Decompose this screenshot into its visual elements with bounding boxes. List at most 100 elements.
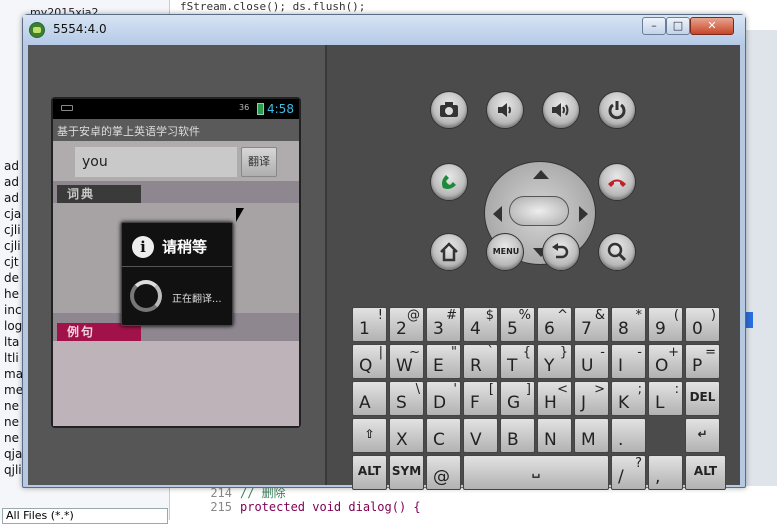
- maximize-button[interactable]: □: [666, 17, 690, 35]
- key-W[interactable]: W ~: [389, 344, 424, 379]
- key-X[interactable]: X: [389, 418, 424, 453]
- menu-button[interactable]: MENU: [486, 233, 524, 271]
- call-button[interactable]: [430, 163, 468, 201]
- line-number: 215: [210, 500, 232, 514]
- key-label: B: [507, 430, 519, 450]
- key-R[interactable]: R `: [463, 344, 498, 379]
- status-bar: 36 4:58: [53, 99, 299, 119]
- back-button[interactable]: [542, 233, 580, 271]
- key-label: N: [544, 430, 557, 450]
- key-C[interactable]: C: [426, 418, 461, 453]
- dpad-left-icon[interactable]: [493, 206, 502, 222]
- key-alt-label: ): [710, 308, 716, 323]
- key-G[interactable]: G]: [500, 381, 535, 416]
- code-comment: // 删除: [240, 486, 286, 500]
- key-del[interactable]: DEL: [685, 381, 720, 416]
- keyboard-notification-icon: [61, 105, 73, 111]
- key-alt-label: #: [446, 308, 457, 323]
- key-N[interactable]: N: [537, 418, 572, 453]
- key-T[interactable]: T{: [500, 344, 535, 379]
- key-label: 9: [655, 319, 666, 339]
- key-6[interactable]: 6 ^: [537, 307, 572, 342]
- key-Q[interactable]: Q |: [352, 344, 387, 379]
- key-0[interactable]: 0): [685, 307, 720, 342]
- end-call-icon: [608, 179, 626, 187]
- search-button[interactable]: [598, 233, 636, 271]
- dpad-up-icon[interactable]: [533, 170, 549, 179]
- translate-button[interactable]: 翻译: [241, 147, 277, 177]
- phone-screen[interactable]: 36 4:58 基于安卓的掌上英语学习软件 you 翻译 词典 例句 i 请稍等: [51, 97, 301, 428]
- key-alt-label: }: [559, 345, 568, 360]
- key-2[interactable]: 2 @: [389, 307, 424, 342]
- key-label: 6: [544, 319, 555, 339]
- key-M[interactable]: M: [574, 418, 609, 453]
- menu-icon: MENU: [492, 247, 520, 256]
- key-alt-label: >: [594, 382, 605, 397]
- camera-icon: [440, 102, 458, 117]
- key-H[interactable]: H <: [537, 381, 572, 416]
- key-enter[interactable]: ↵: [685, 418, 720, 453]
- key-S[interactable]: S \: [389, 381, 424, 416]
- loading-spinner-icon: [130, 280, 162, 312]
- key-alt[interactable]: ALT: [685, 455, 726, 490]
- key-1[interactable]: 1!: [352, 307, 387, 342]
- key-J[interactable]: J >: [574, 381, 609, 416]
- key-4[interactable]: 4 $: [463, 307, 498, 342]
- key-9[interactable]: 9(: [648, 307, 683, 342]
- key-alt-label: $: [485, 308, 494, 323]
- ide-code-editor[interactable]: 214 // 删除 215 protected void dialog() {: [180, 486, 777, 520]
- key-alt-label: &: [594, 308, 605, 323]
- key-U[interactable]: U-: [574, 344, 609, 379]
- key-P[interactable]: P =: [685, 344, 720, 379]
- key-,[interactable]: ,: [648, 455, 683, 490]
- key-K[interactable]: K;: [611, 381, 646, 416]
- key-label: 7: [581, 319, 592, 339]
- dialog-message: 正在翻译...: [172, 294, 222, 305]
- key-sym[interactable]: SYM: [389, 455, 424, 490]
- end-call-button[interactable]: [598, 163, 636, 201]
- dpad-right-icon[interactable]: [579, 206, 588, 222]
- key-space[interactable]: ␣: [463, 455, 609, 490]
- power-button[interactable]: [598, 91, 636, 129]
- dpad-center-button[interactable]: [509, 196, 569, 226]
- minimize-button[interactable]: –: [642, 17, 666, 35]
- key-Y[interactable]: Y}: [537, 344, 572, 379]
- key-3[interactable]: 3 #: [426, 307, 461, 342]
- key-E[interactable]: E ": [426, 344, 461, 379]
- key-B[interactable]: B: [500, 418, 535, 453]
- close-button[interactable]: ✕: [690, 17, 734, 35]
- home-button[interactable]: [430, 233, 468, 271]
- key-/[interactable]: /?: [611, 455, 646, 490]
- key-D[interactable]: D ': [426, 381, 461, 416]
- key-V[interactable]: V: [463, 418, 498, 453]
- key-label: C: [433, 430, 445, 450]
- search-row: you 翻译: [53, 141, 299, 181]
- key-label: K: [618, 393, 630, 413]
- key-8[interactable]: 8 *: [611, 307, 646, 342]
- key-alt[interactable]: ALT: [352, 455, 387, 490]
- key-label: ALT: [357, 464, 382, 478]
- key-L[interactable]: L:: [648, 381, 683, 416]
- key-shift[interactable]: ⇧: [352, 418, 387, 453]
- key-F[interactable]: F[: [463, 381, 498, 416]
- key-alt-label: ?: [635, 456, 642, 471]
- key-I[interactable]: I-: [611, 344, 646, 379]
- file-filter-select[interactable]: All Files (*.*): [2, 508, 168, 524]
- volume-down-button[interactable]: [486, 91, 524, 129]
- key-label: X: [396, 430, 408, 450]
- camera-button[interactable]: [430, 91, 468, 129]
- key-7[interactable]: 7 &: [574, 307, 609, 342]
- word-input[interactable]: you: [75, 147, 237, 177]
- volume-up-icon: [552, 103, 569, 117]
- key-.[interactable]: .: [611, 418, 646, 453]
- key-A[interactable]: A: [352, 381, 387, 416]
- app-title-bar: 基于安卓的掌上英语学习软件: [53, 119, 299, 141]
- window-titlebar[interactable]: 5554:4.0 – □ ✕: [23, 15, 745, 45]
- key-label: E: [433, 356, 444, 376]
- key-@[interactable]: @: [426, 455, 461, 490]
- key-O[interactable]: O +: [648, 344, 683, 379]
- volume-up-button[interactable]: [542, 91, 580, 129]
- emulator-client: 36 4:58 基于安卓的掌上英语学习软件 you 翻译 词典 例句 i 请稍等: [28, 45, 740, 490]
- key-5[interactable]: 5%: [500, 307, 535, 342]
- key-label: 4: [470, 319, 481, 339]
